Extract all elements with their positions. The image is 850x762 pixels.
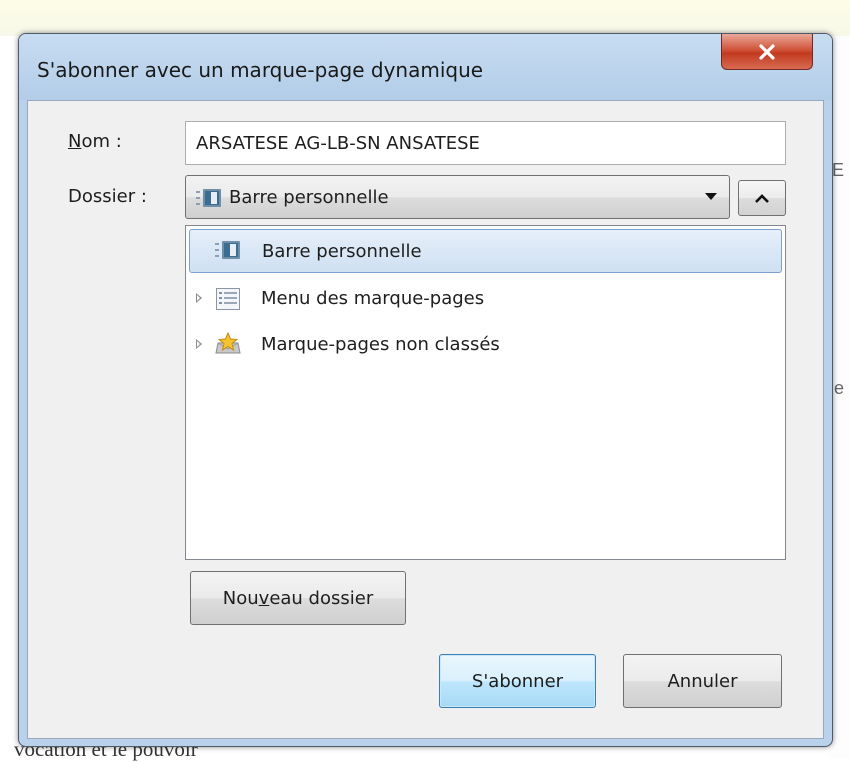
- tree-item-label: Marque-pages non classés: [261, 334, 500, 355]
- cancel-button[interactable]: Annuler: [623, 654, 782, 708]
- chevron-up-icon: [755, 194, 769, 203]
- folder-select-value: Barre personnelle: [229, 187, 389, 208]
- collapse-folder-tree-button[interactable]: [738, 180, 786, 216]
- bookmarks-menu-icon: [216, 288, 240, 310]
- toolbar-folder-icon: [196, 189, 221, 207]
- name-input[interactable]: [185, 121, 786, 165]
- folder-select[interactable]: Barre personnelle: [185, 175, 730, 219]
- background-text-fragment: e: [834, 378, 845, 398]
- subscribe-live-bookmark-dialog: S'abonner avec un marque-page dynamique …: [18, 33, 833, 747]
- folder-tree[interactable]: Barre personnelle Menu des marque-pages: [185, 225, 786, 560]
- tree-item-personal-toolbar[interactable]: Barre personnelle: [189, 229, 782, 273]
- dialog-content: Nom : Dossier : Barre personnelle: [27, 100, 824, 739]
- folder-label: Dossier :: [68, 186, 147, 207]
- dialog-title: S'abonner avec un marque-page dynamique: [37, 58, 484, 82]
- close-button[interactable]: [721, 34, 813, 70]
- tree-item-label: Menu des marque-pages: [261, 288, 485, 309]
- unsorted-bookmarks-icon: [215, 331, 241, 354]
- expand-arrow-icon[interactable]: [196, 339, 202, 349]
- background-text-fragment: E: [832, 160, 845, 180]
- name-label: Nom :: [68, 131, 122, 152]
- toolbar-folder-icon: [215, 241, 240, 259]
- close-icon: [759, 43, 775, 60]
- chevron-down-icon: [705, 193, 717, 200]
- subscribe-button-label: S'abonner: [471, 670, 564, 692]
- new-folder-button[interactable]: Nouveau dossier: [190, 571, 406, 625]
- tree-item-unsorted-bookmarks[interactable]: Marque-pages non classés: [189, 323, 782, 367]
- tree-item-bookmarks-menu[interactable]: Menu des marque-pages: [189, 277, 782, 321]
- subscribe-button[interactable]: S'abonner: [439, 654, 596, 708]
- new-folder-button-label: Nouveau dossier: [222, 587, 374, 609]
- expand-arrow-icon[interactable]: [196, 293, 202, 303]
- tree-item-label: Barre personnelle: [262, 241, 422, 262]
- background-page-header: [0, 0, 850, 36]
- dialog-titlebar[interactable]: S'abonner avec un marque-page dynamique: [19, 34, 832, 100]
- cancel-button-label: Annuler: [667, 670, 738, 692]
